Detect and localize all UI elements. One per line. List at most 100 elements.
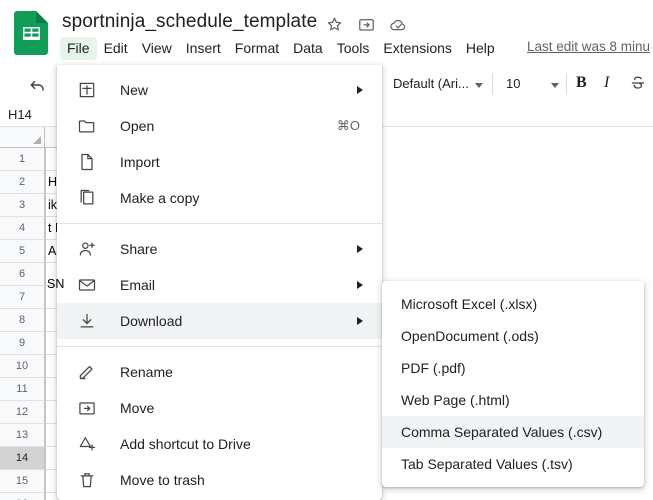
cell-partial-text: SN <box>47 277 65 291</box>
row-header-3[interactable]: 3 <box>0 194 45 217</box>
file-menu-item-share[interactable]: Share <box>57 231 382 267</box>
download-submenu[interactable]: Microsoft Excel (.xlsx) OpenDocument (.od… <box>382 281 644 487</box>
row-header-4[interactable]: 4 <box>0 217 45 240</box>
copy-icon <box>80 189 93 205</box>
download-option-pdf-pdf-[interactable]: PDF (.pdf) <box>382 352 644 384</box>
download-option-tab-separated-values-tsv-[interactable]: Tab Separated Values (.tsv) <box>382 448 644 480</box>
row-header-16[interactable]: 16 <box>0 493 45 500</box>
download-option-comma-separated-values-csv-[interactable]: Comma Separated Values (.csv) <box>382 416 644 448</box>
file-menu-item-label: Move to trash <box>120 472 205 488</box>
folder-open-icon <box>78 120 94 133</box>
folder-open-icon <box>76 116 97 137</box>
menu-extensions[interactable]: Extensions <box>376 37 458 60</box>
row-header-6[interactable]: 6 <box>0 263 45 286</box>
file-menu-item-make-a-copy[interactable]: Make a copy <box>57 180 382 216</box>
bold-button[interactable]: B <box>576 74 587 92</box>
saved-to-drive-cloud-icon[interactable] <box>389 15 408 34</box>
menu-separator <box>57 346 382 347</box>
menu-file[interactable]: File <box>60 36 97 60</box>
italic-button[interactable]: I <box>604 74 609 92</box>
name-box[interactable]: H14 <box>8 107 32 122</box>
row-header-7[interactable]: 7 <box>0 286 45 309</box>
document-icon <box>80 153 93 171</box>
file-menu-item-label: New <box>120 82 149 98</box>
file-menu-item-email[interactable]: Email <box>57 267 382 303</box>
download-option-web-page-html-[interactable]: Web Page (.html) <box>382 384 644 416</box>
menu-view[interactable]: View <box>135 37 179 60</box>
font-family-chevron-down-icon[interactable] <box>475 83 483 88</box>
envelope-icon <box>76 275 97 296</box>
move-to-folder-icon[interactable] <box>357 15 376 34</box>
file-menu-item-add-shortcut-to-drive[interactable]: Add shortcut to Drive <box>57 426 382 462</box>
move-to-folder-icon <box>76 398 97 419</box>
download-option-microsoft-excel-xlsx-[interactable]: Microsoft Excel (.xlsx) <box>382 288 644 320</box>
font-size-chevron-down-icon[interactable] <box>551 83 559 88</box>
google-sheets-icon <box>14 11 48 55</box>
submenu-arrow-icon <box>357 317 363 325</box>
last-edit-status[interactable]: Last edit was 8 minu <box>527 39 650 54</box>
row-header-10[interactable]: 10 <box>0 355 45 378</box>
document-title[interactable]: sportninja_schedule_template <box>62 11 317 33</box>
google-sheets-window: DEFG 1234567891011121314151617 DateTimeT… <box>0 0 653 500</box>
row-header-12[interactable]: 12 <box>0 401 45 424</box>
title-action-icons <box>325 15 408 34</box>
download-option-opendocument-ods-[interactable]: OpenDocument (.ods) <box>382 320 644 352</box>
file-menu-item-move[interactable]: Move <box>57 390 382 426</box>
file-menu-item-rename[interactable]: Rename <box>57 354 382 390</box>
copy-icon <box>76 188 97 209</box>
row-header-13[interactable]: 13 <box>0 424 45 447</box>
select-all-corner[interactable] <box>0 127 45 148</box>
download-icon <box>80 313 93 328</box>
trash-icon <box>76 470 97 491</box>
row-header-2[interactable]: 2 <box>0 171 45 194</box>
row-header-11[interactable]: 11 <box>0 378 45 401</box>
undo-arrow-icon[interactable] <box>28 75 48 95</box>
person-add-icon <box>79 242 95 256</box>
menu-insert[interactable]: Insert <box>179 37 228 60</box>
file-menu-item-label: Download <box>120 313 183 329</box>
menu-help[interactable]: Help <box>459 37 502 60</box>
row-header-8[interactable]: 8 <box>0 309 45 332</box>
file-menu-item-move-to-trash[interactable]: Move to trash <box>57 462 382 498</box>
menu-bar: File Edit View Insert Format Data Tools Extensi… <box>60 36 502 60</box>
row-header-1[interactable]: 1 <box>0 148 45 171</box>
row-header-9[interactable]: 9 <box>0 332 45 355</box>
pencil-icon <box>76 362 97 383</box>
document-icon <box>76 152 97 173</box>
menu-edit[interactable]: Edit <box>97 37 135 60</box>
envelope-icon <box>78 279 95 291</box>
file-menu-item-label: Make a copy <box>120 190 200 206</box>
file-menu-item-label: Email <box>120 277 156 293</box>
font-family-selector[interactable]: Default (Ari... <box>393 76 469 91</box>
star-icon[interactable] <box>325 15 344 34</box>
pencil-icon <box>79 365 93 380</box>
toolbar-divider <box>492 73 493 95</box>
file-menu-item-label: Import <box>120 154 160 170</box>
menu-format[interactable]: Format <box>228 37 286 60</box>
file-menu-item-open[interactable]: Open ⌘O <box>57 108 382 144</box>
file-menu-item-new[interactable]: New <box>57 72 382 108</box>
menu-tools[interactable]: Tools <box>330 37 377 60</box>
keyboard-shortcut-label: ⌘O <box>336 118 360 133</box>
font-size-selector[interactable]: 10 <box>506 76 520 91</box>
row-header-5[interactable]: 5 <box>0 240 45 263</box>
file-menu-dropdown[interactable]: New Open ⌘O Import Make a copy Share Email Down… <box>57 65 382 500</box>
toolbar-divider <box>566 73 567 95</box>
row-header-14[interactable]: 14 <box>0 447 45 470</box>
row-header-15[interactable]: 15 <box>0 470 45 493</box>
submenu-arrow-icon <box>357 281 363 289</box>
file-menu-item-import[interactable]: Import <box>57 144 382 180</box>
submenu-arrow-icon <box>357 245 363 253</box>
file-menu-item-label: Add shortcut to Drive <box>120 436 251 452</box>
app-header: sportninja_schedule_template File Edit Vie… <box>0 0 653 64</box>
file-menu-item-download[interactable]: Download <box>57 303 382 339</box>
file-menu-item-label: Move <box>120 400 155 416</box>
file-menu-item-label: Open <box>120 118 155 134</box>
submenu-arrow-icon <box>357 86 363 94</box>
move-to-folder-icon <box>78 402 95 415</box>
menu-data[interactable]: Data <box>286 37 330 60</box>
strikethrough-icon[interactable] <box>629 74 647 92</box>
file-menu-item-label: Share <box>120 241 158 257</box>
trash-icon <box>80 473 93 488</box>
file-menu-item-label: Rename <box>120 364 173 380</box>
